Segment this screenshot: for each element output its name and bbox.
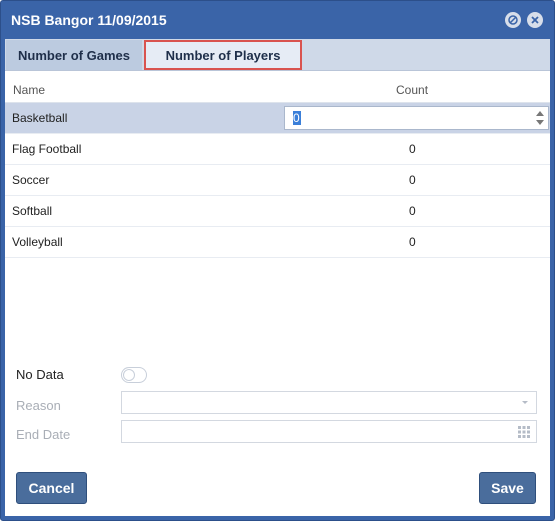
title-bar[interactable]: NSB Bangor 11/09/2015: [1, 1, 554, 39]
save-button[interactable]: Save: [479, 472, 536, 504]
row-name: Flag Football: [12, 142, 82, 156]
count-grid: Name Count Basketball Flag Football 0 So…: [5, 77, 550, 258]
table-row[interactable]: Volleyball 0: [5, 227, 550, 258]
toggle-knob: [123, 369, 135, 381]
count-editor[interactable]: [284, 106, 549, 130]
spinner-icon[interactable]: [535, 109, 545, 127]
table-row[interactable]: Basketball: [5, 103, 550, 134]
cancel-button[interactable]: Cancel: [16, 472, 87, 504]
no-data-label: No Data: [16, 367, 64, 382]
dialog-body: Number of Games Number of Players Name C…: [5, 39, 550, 516]
row-count: 0: [409, 142, 416, 156]
row-name: Softball: [12, 204, 53, 218]
minimize-icon[interactable]: [505, 12, 521, 28]
close-icon[interactable]: [527, 12, 543, 28]
row-name: Volleyball: [12, 235, 63, 249]
row-count: 0: [409, 173, 416, 187]
no-data-toggle[interactable]: [121, 367, 147, 383]
row-name: Basketball: [12, 111, 68, 125]
tab-number-of-games[interactable]: Number of Games: [6, 40, 142, 70]
tab-number-of-players[interactable]: Number of Players: [144, 40, 302, 70]
calendar-icon[interactable]: [517, 425, 531, 439]
table-row[interactable]: Flag Football 0: [5, 134, 550, 165]
tab-strip: Number of Games Number of Players: [5, 39, 550, 71]
dialog-window: NSB Bangor 11/09/2015 Number of Games Nu…: [0, 0, 555, 521]
chevron-down-icon[interactable]: [519, 396, 531, 408]
row-count: 0: [409, 204, 416, 218]
column-header-name[interactable]: Name: [13, 83, 45, 97]
end-date-label: End Date: [16, 427, 71, 442]
grid-header: Name Count: [5, 77, 550, 103]
window-title: NSB Bangor 11/09/2015: [11, 12, 167, 28]
reason-label: Reason: [16, 398, 61, 413]
end-date-field[interactable]: [121, 420, 537, 443]
table-row[interactable]: Softball 0: [5, 196, 550, 227]
count-input[interactable]: [285, 107, 525, 129]
row-count: 0: [409, 235, 416, 249]
table-row[interactable]: Soccer 0: [5, 165, 550, 196]
row-name: Soccer: [12, 173, 50, 187]
column-header-count[interactable]: Count: [396, 83, 428, 97]
reason-dropdown[interactable]: [121, 391, 537, 414]
